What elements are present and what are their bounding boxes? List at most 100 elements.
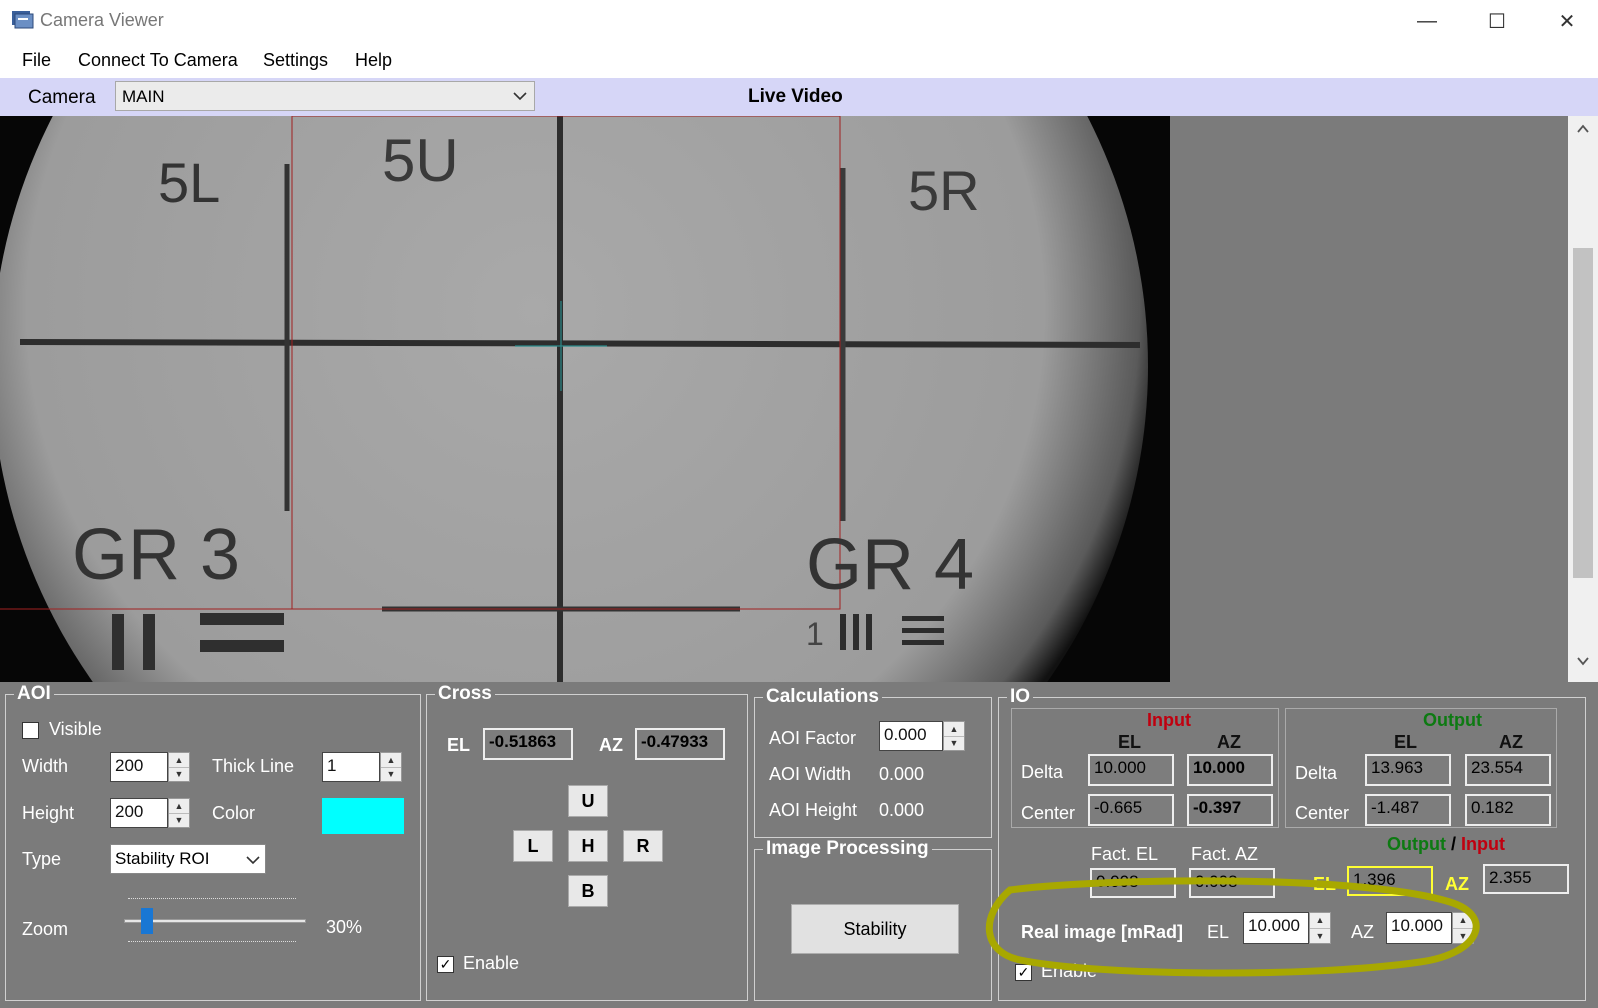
ratio-output-text: Output	[1387, 834, 1446, 854]
stepper-up-icon[interactable]: ▲	[381, 753, 401, 768]
io-input-title: Input	[1147, 710, 1191, 730]
aoi-color-label: Color	[212, 803, 256, 823]
io-output-title: Output	[1423, 710, 1482, 730]
maximize-icon[interactable]: ☐	[1462, 0, 1532, 42]
stepper-down-icon[interactable]: ▼	[169, 814, 189, 828]
video-label-1: 1	[806, 616, 824, 652]
aoi-height-stepper[interactable]: ▲ ▼	[168, 798, 190, 828]
aoi-thick-line-stepper[interactable]: ▲ ▼	[380, 752, 402, 782]
io-fact-el-label: Fact. EL	[1091, 844, 1159, 864]
io-input-el-header: EL	[1118, 732, 1142, 752]
io-input-center-el: -0.665	[1088, 794, 1174, 826]
menu-bar	[0, 42, 1598, 78]
aoi-legend: AOI	[14, 683, 54, 705]
close-icon[interactable]: ✕	[1532, 0, 1598, 42]
aoi-height-label: Height	[22, 803, 75, 823]
menu-connect-to-camera[interactable]: Connect To Camera	[78, 50, 238, 71]
image-processing-group: Image Processing Stability	[754, 838, 992, 1001]
cross-enable-checkbox[interactable]: ✓	[437, 956, 454, 973]
aoi-zoom-label: Zoom	[22, 919, 69, 939]
aoi-visible-label: Visible	[49, 719, 102, 739]
aoi-factor-input[interactable]: 0.000	[879, 721, 943, 751]
io-output-delta-label: Delta	[1295, 763, 1338, 783]
cross-az-value: -0.47933	[635, 728, 725, 760]
aoi-type-select[interactable]: Stability ROI	[110, 844, 266, 874]
io-output-el-header: EL	[1394, 732, 1418, 752]
stability-button[interactable]: Stability	[791, 904, 959, 954]
chevron-down-icon	[246, 856, 260, 865]
aoi-width-input[interactable]: 200	[110, 752, 168, 782]
aoi-group: AOI Visible Width 200 ▲ ▼ Thick Line 1 ▲ ▼…	[5, 683, 421, 1001]
stepper-down-icon[interactable]: ▼	[944, 737, 964, 751]
io-output-center-el: -1.487	[1365, 794, 1451, 826]
cross-bottom-button[interactable]: B	[568, 875, 608, 907]
calculations-legend: Calculations	[763, 686, 882, 708]
aoi-thick-line-input[interactable]: 1	[322, 752, 380, 782]
aoi-type-value: Stability ROI	[115, 849, 210, 868]
cross-az-label: AZ	[599, 735, 623, 755]
cross-home-button[interactable]: H	[568, 830, 608, 862]
window-title: Camera Viewer	[40, 10, 164, 30]
cross-group: Cross EL -0.51863 AZ -0.47933 U L H R B …	[426, 683, 748, 1001]
calculations-group: Calculations AOI Factor 0.000 ▲ ▼ AOI Wid…	[754, 686, 992, 838]
video-side-pane	[1170, 116, 1568, 682]
io-output-az-header: AZ	[1499, 732, 1523, 752]
stepper-down-icon[interactable]: ▼	[169, 768, 189, 782]
aoi-width-stepper[interactable]: ▲ ▼	[168, 752, 190, 782]
stepper-up-icon[interactable]: ▲	[944, 722, 964, 737]
scrollbar-thumb[interactable]	[1573, 248, 1593, 578]
aoi-height-input[interactable]: 200	[110, 798, 168, 828]
scroll-down-icon[interactable]	[1575, 654, 1591, 668]
aoi-visible-checkbox[interactable]	[22, 722, 39, 739]
zoom-ticks-bottom	[128, 935, 296, 942]
video-label-5l: 5L	[158, 151, 221, 214]
zoom-ticks-top	[128, 898, 296, 907]
io-input-delta-az: 10.000	[1187, 754, 1273, 786]
aoi-color-swatch[interactable]	[322, 798, 404, 834]
ratio-input-text: Input	[1461, 834, 1506, 854]
video-label-gr4: GR 4	[806, 525, 975, 605]
app-icon	[12, 11, 34, 29]
cross-enable-label: Enable	[463, 953, 520, 973]
aoi-width-calc-label: AOI Width	[769, 764, 852, 784]
cross-el-label: EL	[447, 735, 471, 755]
io-fact-az-label: Fact. AZ	[1191, 844, 1259, 864]
cross-right-button[interactable]: R	[623, 830, 663, 862]
live-video-feed[interactable]: 5L 5U 5R GR 3 GR 4 1	[0, 116, 1170, 682]
cross-up-button[interactable]: U	[568, 785, 608, 817]
stepper-up-icon[interactable]: ▲	[169, 799, 189, 814]
io-input-center-az: -0.397	[1187, 794, 1273, 826]
aoi-width-calc-value: 0.000	[879, 764, 925, 784]
camera-select-value: MAIN	[122, 87, 165, 106]
camera-select[interactable]: MAIN	[115, 81, 535, 111]
aoi-type-label: Type	[22, 849, 62, 869]
io-input-center-label: Center	[1021, 803, 1076, 823]
video-label-5r: 5R	[908, 159, 980, 222]
cross-left-button[interactable]: L	[513, 830, 553, 862]
menu-settings[interactable]: Settings	[263, 50, 328, 71]
highlight-annotation	[985, 877, 1480, 977]
aoi-height-calc-label: AOI Height	[769, 800, 858, 820]
aoi-height-calc-value: 0.000	[879, 800, 925, 820]
io-legend: IO	[1007, 686, 1034, 708]
io-input-az-header: AZ	[1217, 732, 1241, 752]
zoom-slider-thumb[interactable]	[141, 908, 153, 934]
menu-file[interactable]: File	[22, 50, 51, 71]
camera-label: Camera	[28, 87, 96, 108]
io-input-delta-el: 10.000	[1088, 754, 1174, 786]
aoi-factor-stepper[interactable]: ▲ ▼	[943, 721, 965, 751]
stepper-down-icon[interactable]: ▼	[381, 768, 401, 782]
io-output-center-label: Center	[1295, 803, 1350, 823]
cross-el-value: -0.51863	[483, 728, 573, 760]
chevron-down-icon	[513, 92, 527, 101]
minimize-icon[interactable]: —	[1392, 0, 1462, 42]
stepper-up-icon[interactable]: ▲	[169, 753, 189, 768]
io-output-center-az: 0.182	[1465, 794, 1551, 826]
aoi-width-label: Width	[22, 756, 69, 776]
scroll-up-icon[interactable]	[1575, 122, 1591, 136]
aoi-thick-line-label: Thick Line	[212, 756, 295, 776]
ratio-separator: /	[1451, 834, 1457, 854]
title-bar	[0, 0, 1598, 42]
menu-help[interactable]: Help	[355, 50, 392, 71]
aoi-factor-label: AOI Factor	[769, 728, 857, 748]
